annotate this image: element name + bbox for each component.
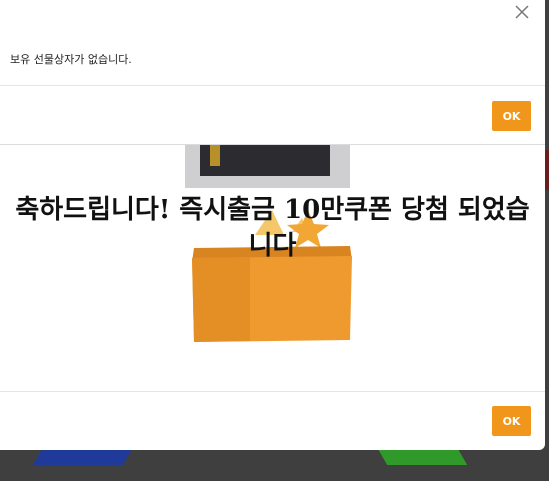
congrats-message: 축하드립니다! 즉시출금 10만쿠폰 당첨 되었습니다	[15, 195, 530, 261]
notice-ok-button[interactable]: OK	[492, 101, 531, 131]
notice-dialog: 보유 선물상자가 없습니다. OK	[0, 0, 545, 145]
close-icon	[515, 5, 529, 19]
prize-ok-button[interactable]: OK	[492, 406, 531, 436]
background-edge	[545, 150, 549, 190]
prize-dialog: 축하드립니다! 즉시출금 10만쿠폰 당첨 되었습니다 OK	[0, 140, 545, 450]
notice-body: 보유 선물상자가 없습니다.	[0, 30, 545, 86]
notice-message: 보유 선물상자가 없습니다.	[10, 53, 132, 66]
prize-dialog-footer	[0, 391, 545, 451]
close-button[interactable]	[513, 3, 531, 21]
